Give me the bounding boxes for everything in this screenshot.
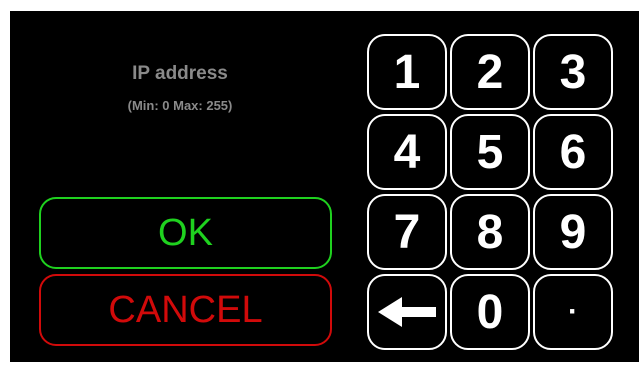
arrow-left-icon bbox=[378, 297, 436, 327]
ok-button-label: OK bbox=[158, 211, 213, 254]
prompt-range: (Min: 0 Max: 255) bbox=[127, 98, 233, 113]
key-2[interactable]: 2 bbox=[450, 34, 530, 110]
key-3[interactable]: 3 bbox=[533, 34, 613, 110]
key-0[interactable]: 0 bbox=[450, 274, 530, 350]
key-1[interactable]: 1 bbox=[367, 34, 447, 110]
cancel-button-label: CANCEL bbox=[108, 288, 263, 331]
key-dot[interactable]: · bbox=[533, 274, 613, 350]
key-4[interactable]: 4 bbox=[367, 114, 447, 190]
key-2-label: 2 bbox=[476, 45, 504, 99]
key-7-label: 7 bbox=[393, 205, 421, 259]
key-1-label: 1 bbox=[393, 45, 421, 99]
key-8-label: 8 bbox=[476, 205, 504, 259]
key-6[interactable]: 6 bbox=[533, 114, 613, 190]
cancel-button[interactable]: CANCEL bbox=[39, 274, 332, 346]
key-3-label: 3 bbox=[559, 45, 587, 99]
backspace-key[interactable] bbox=[367, 274, 447, 350]
key-8[interactable]: 8 bbox=[450, 194, 530, 270]
key-5-label: 5 bbox=[476, 125, 504, 179]
prompt-title: IP address bbox=[132, 63, 228, 84]
key-0-label: 0 bbox=[476, 285, 504, 339]
keypad-screen: IP address (Min: 0 Max: 255) OK CANCEL 1… bbox=[10, 11, 639, 362]
key-dot-label: · bbox=[568, 295, 578, 328]
key-5[interactable]: 5 bbox=[450, 114, 530, 190]
key-9-label: 9 bbox=[559, 205, 587, 259]
key-7[interactable]: 7 bbox=[367, 194, 447, 270]
ok-button[interactable]: OK bbox=[39, 197, 332, 269]
key-9[interactable]: 9 bbox=[533, 194, 613, 270]
key-6-label: 6 bbox=[559, 125, 587, 179]
key-4-label: 4 bbox=[393, 125, 421, 179]
